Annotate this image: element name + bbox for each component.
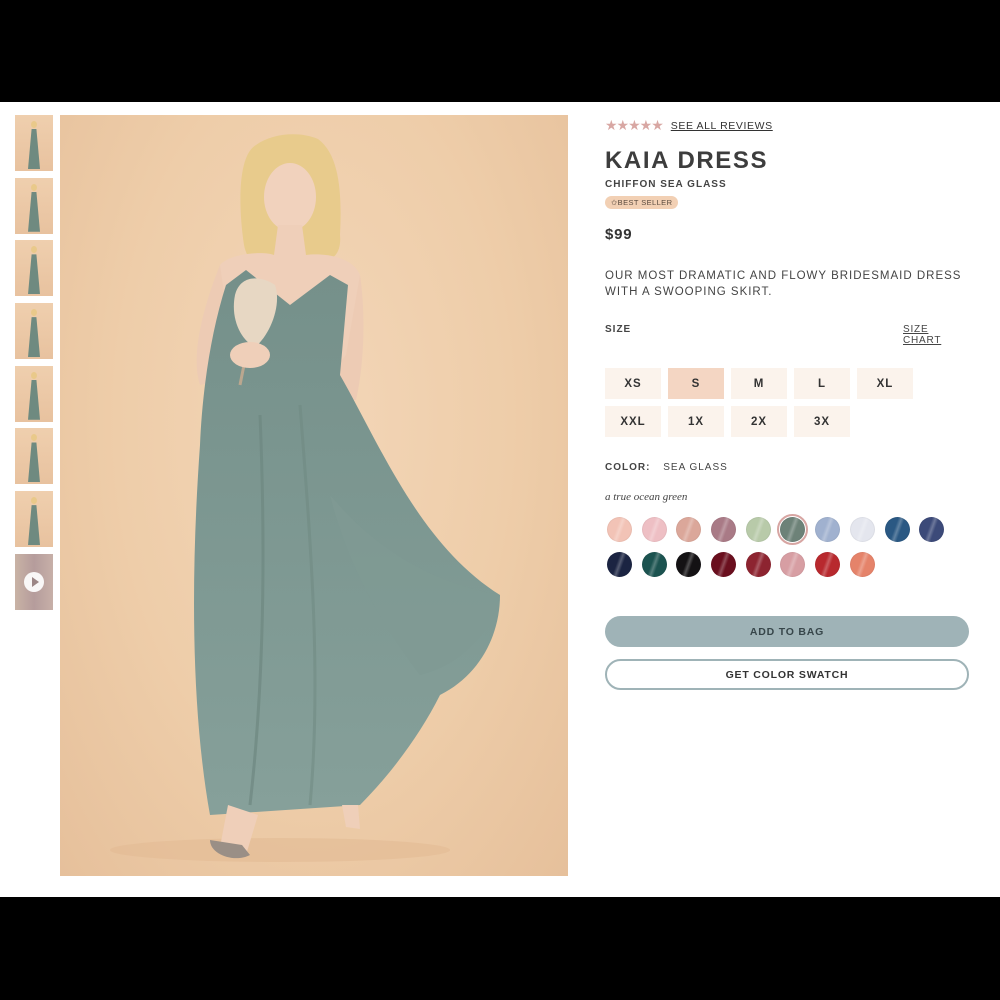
thumbnail-5[interactable] <box>15 365 53 422</box>
thumbnail-2[interactable] <box>15 177 53 234</box>
color-tagline: a true ocean green <box>605 491 688 503</box>
product-title: KAIA DRESS <box>605 147 769 174</box>
size-option-3x[interactable]: 3X <box>794 406 850 437</box>
add-to-bag-button[interactable]: ADD TO BAG <box>605 616 969 647</box>
product-subtitle: CHIFFON SEA GLASS <box>605 179 727 190</box>
size-option-1x[interactable]: 1X <box>668 406 724 437</box>
color-swatch[interactable] <box>777 514 809 545</box>
see-all-reviews-link[interactable]: SEE ALL REVIEWS <box>671 120 773 132</box>
size-options: XS S M L XL XXL 1X 2X 3X <box>605 368 935 437</box>
size-label: SIZE <box>605 324 632 335</box>
thumbnail-7[interactable] <box>15 491 53 548</box>
color-value: SEA GLASS <box>663 462 728 473</box>
color-swatch[interactable] <box>641 517 667 542</box>
color-swatches <box>607 514 967 577</box>
size-option-2x[interactable]: 2X <box>731 406 787 437</box>
color-swatch[interactable] <box>849 517 875 542</box>
model-photo <box>110 134 500 862</box>
color-label: COLOR: <box>605 462 651 473</box>
thumbnail-4[interactable] <box>15 303 53 360</box>
color-swatch[interactable] <box>711 517 737 542</box>
thumbnail-3[interactable] <box>15 240 53 297</box>
size-option-l[interactable]: L <box>794 368 850 399</box>
color-swatch[interactable] <box>849 551 875 577</box>
get-color-swatch-button[interactable]: GET COLOR SWATCH <box>605 659 969 690</box>
size-option-xxl[interactable]: XXL <box>605 406 661 437</box>
size-option-xs[interactable]: XS <box>605 368 661 399</box>
color-swatch[interactable] <box>815 517 841 542</box>
best-seller-badge: ✩BEST SELLER <box>605 196 679 209</box>
color-swatch[interactable] <box>641 551 667 577</box>
reviews-row: ★★★★★ SEE ALL REVIEWS <box>605 117 773 134</box>
color-swatch[interactable] <box>745 551 771 577</box>
size-option-m[interactable]: M <box>731 368 787 399</box>
color-swatch[interactable] <box>607 517 632 542</box>
product-description: OUR MOST DRAMATIC AND FLOWY BRIDESMAID D… <box>605 270 962 298</box>
color-swatch[interactable] <box>745 517 771 542</box>
color-swatch[interactable] <box>676 517 702 542</box>
thumbnail-1[interactable] <box>15 115 53 171</box>
color-selection: COLOR: SEA GLASS <box>605 462 728 473</box>
size-option-xl[interactable]: XL <box>857 368 913 399</box>
thumbnail-6[interactable] <box>15 428 53 485</box>
play-icon[interactable] <box>24 571 44 592</box>
color-swatch[interactable] <box>815 551 841 577</box>
product-price: $99 <box>605 226 633 243</box>
color-swatch[interactable] <box>884 517 910 542</box>
size-chart-link[interactable]: SIZE CHART <box>903 324 970 346</box>
thumbnail-video[interactable] <box>15 553 53 610</box>
thumbnail-strip <box>15 115 53 617</box>
color-swatch[interactable] <box>919 517 945 542</box>
star-rating-icon: ★★★★★ <box>605 117 664 133</box>
color-swatch[interactable] <box>607 551 632 577</box>
product-page: ★★★★★ SEE ALL REVIEWS KAIA DRESS CHIFFON… <box>0 102 1000 897</box>
color-swatch[interactable] <box>711 551 737 577</box>
color-swatch[interactable] <box>780 551 806 577</box>
size-option-s[interactable]: S <box>668 368 724 399</box>
color-swatch[interactable] <box>676 551 702 577</box>
product-main-image[interactable] <box>60 115 568 876</box>
